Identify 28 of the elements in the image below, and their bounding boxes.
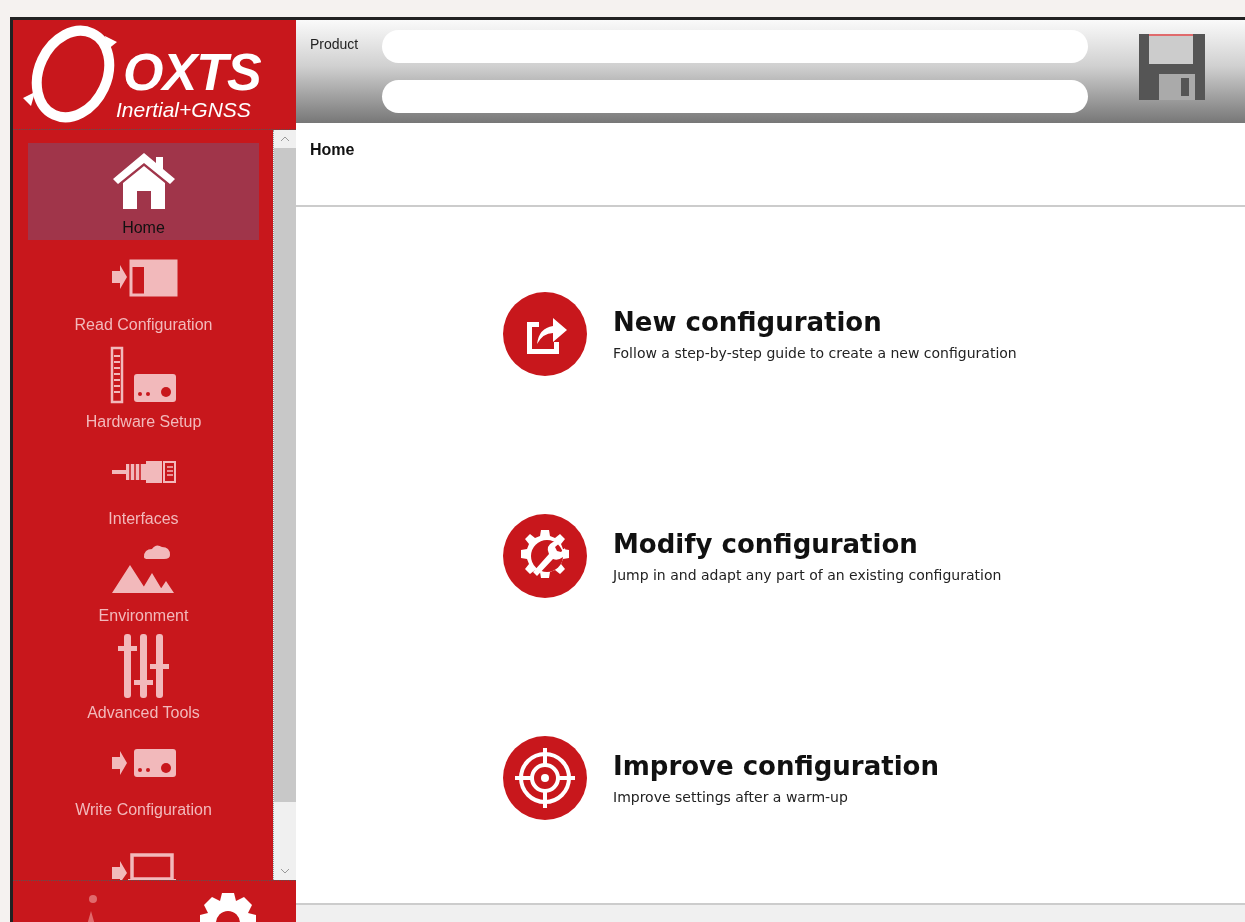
- input-field[interactable]: [382, 80, 1088, 113]
- save-icon[interactable]: [1137, 32, 1207, 102]
- window-icon: [109, 259, 178, 297]
- action-description: Follow a step-by-step guide to create a new configuration: [613, 345, 1017, 361]
- page-title: Home: [296, 123, 1245, 207]
- nav-item[interactable]: Write Configuration: [28, 725, 259, 822]
- action-title[interactable]: Improve configuration: [613, 751, 939, 781]
- share-icon[interactable]: [503, 292, 587, 376]
- nav-item[interactable]: Home: [28, 143, 259, 240]
- nav-item[interactable]: Hardware Setup: [28, 337, 259, 434]
- action-title[interactable]: New configuration: [613, 307, 1017, 337]
- product-field[interactable]: [382, 30, 1088, 63]
- settings-icon[interactable]: [198, 893, 258, 922]
- nav-item[interactable]: Read Configuration: [28, 240, 259, 337]
- nav-item[interactable]: Environment: [28, 531, 259, 628]
- device-icon: [109, 346, 178, 404]
- device-icon: [109, 748, 178, 778]
- action-description: Improve settings after a warm-up: [613, 789, 849, 805]
- target-icon[interactable]: [503, 736, 587, 820]
- action-description: Jump in and adapt any part of an existing configuration: [613, 567, 1002, 583]
- product-label: Product: [310, 36, 360, 54]
- nav-item[interactable]: Advanced Tools: [28, 628, 259, 725]
- cable-icon: [109, 459, 178, 485]
- action-title[interactable]: Modify configuration: [613, 529, 1002, 559]
- gear-wrench-icon[interactable]: [503, 514, 587, 598]
- nav-item[interactable]: Interfaces: [28, 434, 259, 531]
- scrollbar[interactable]: [273, 130, 296, 880]
- screen-icon: [109, 853, 178, 880]
